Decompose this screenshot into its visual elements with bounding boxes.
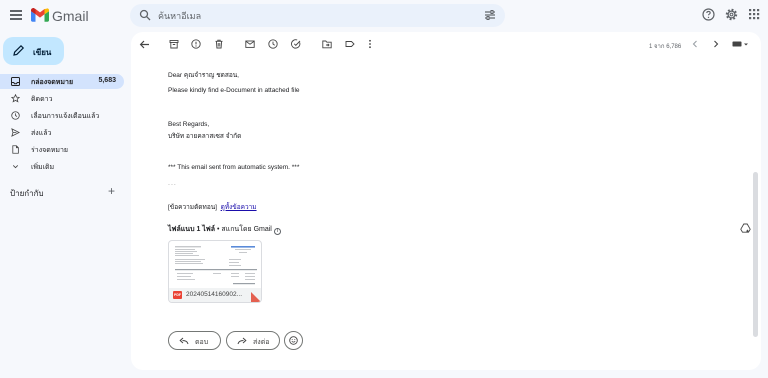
- sidebar-item-snoozed[interactable]: เลื่อนการแจ้งเตือนแล้ว: [0, 108, 124, 123]
- attachments-count: ไฟล์แนบ 1 ไฟล์: [168, 226, 216, 233]
- reply-label: ตอบ: [195, 339, 209, 346]
- page-fold-corner: [251, 292, 261, 302]
- archive-icon[interactable]: [169, 39, 179, 49]
- inbox-icon: [11, 77, 20, 86]
- email-line-1: Please kindly find e-Document in attache…: [168, 87, 300, 94]
- snooze-clock-icon[interactable]: [268, 39, 278, 49]
- draft-icon: [12, 145, 19, 154]
- sidebar-item-label: ส่งแล้ว: [31, 130, 52, 137]
- gmail-logo-icon[interactable]: [31, 8, 49, 22]
- view-entire-message-link[interactable]: ดูทั้งข้อความ: [221, 204, 257, 211]
- add-label-button[interactable]: +: [108, 184, 115, 198]
- forward-label: ส่งต่อ: [253, 339, 270, 346]
- email-greeting: Dear คุณจำราญ ชดสอน,: [168, 72, 239, 79]
- smiley-icon: [289, 336, 298, 345]
- scan-note: • สแกนโดย Gmail: [217, 226, 272, 233]
- send-icon: [11, 128, 20, 137]
- labels-heading: ป้ายกำกับ: [10, 189, 44, 198]
- sidebar-item-inbox[interactable]: กล่องจดหมาย 5,683: [0, 74, 124, 89]
- sidebar-item-label: เลื่อนการแจ้งเตือนแล้ว: [31, 113, 100, 120]
- sidebar-item-label: ติดดาว: [31, 96, 53, 103]
- app-name: Gmail: [52, 8, 89, 24]
- add-task-icon[interactable]: [291, 39, 301, 49]
- email-notice: *** This email sent from automatic syste…: [168, 164, 300, 171]
- move-to-folder-icon[interactable]: [322, 39, 332, 49]
- sidebar-item-label: เพิ่มเติม: [31, 164, 55, 171]
- attachment-card[interactable]: PDF 20240514160902...: [168, 240, 262, 303]
- star-icon: [11, 94, 20, 103]
- search-bar[interactable]: [130, 4, 505, 27]
- attachment-filename: 20240514160902...: [186, 291, 243, 298]
- sidebar-item-sent[interactable]: ส่งแล้ว: [0, 125, 124, 140]
- clock-icon: [11, 111, 20, 120]
- attachment-thumbnail: [173, 244, 259, 288]
- reply-arrow-icon: [179, 337, 189, 345]
- compose-label: เขียน: [33, 48, 52, 57]
- sidebar-item-drafts[interactable]: ร่างจดหมาย: [0, 142, 124, 157]
- settings-icon[interactable]: [725, 8, 738, 21]
- delete-icon[interactable]: [214, 39, 224, 49]
- emoji-reaction-button[interactable]: [284, 331, 303, 350]
- input-tools-icon[interactable]: [732, 39, 749, 49]
- main-menu-icon[interactable]: [10, 10, 22, 20]
- attachments-heading: ไฟล์แนบ 1 ไฟล์ • สแกนโดย Gmail i: [168, 224, 281, 235]
- forward-arrow-icon: [237, 337, 247, 345]
- compose-button[interactable]: เขียน: [3, 37, 64, 65]
- info-icon[interactable]: i: [273, 228, 281, 235]
- label-tag-icon[interactable]: [345, 39, 355, 49]
- pagination-text: 1 จาก 6,786: [649, 44, 682, 50]
- pdf-file-icon: PDF: [173, 291, 182, 299]
- message-toolbar: 1 จาก 6,786: [131, 32, 761, 58]
- email-regards: Best Regards,: [168, 121, 210, 128]
- email-company: บริษัท อายคลาสเซส จำกัด: [168, 133, 242, 140]
- clipped-message: [ข้อความตัดทอน] ดูทั้งข้อความ: [168, 202, 257, 212]
- scrollbar[interactable]: [753, 172, 758, 337]
- more-vert-icon[interactable]: [367, 39, 373, 49]
- sidebar-item-more[interactable]: เพิ่มเติม: [0, 159, 124, 174]
- sidebar-item-label: ร่างจดหมาย: [31, 147, 69, 154]
- help-icon[interactable]: [702, 8, 715, 21]
- show-trimmed-content[interactable]: ...: [168, 180, 177, 187]
- apps-grid-icon[interactable]: [748, 8, 760, 20]
- forward-button[interactable]: ส่งต่อ: [226, 331, 280, 350]
- attachment-footer: PDF 20240514160902...: [169, 288, 261, 302]
- top-bar: Gmail: [0, 0, 768, 32]
- search-icon[interactable]: [139, 9, 151, 21]
- chevron-down-icon: [12, 165, 19, 169]
- prev-chevron-icon[interactable]: [691, 39, 699, 49]
- search-input[interactable]: [158, 8, 458, 23]
- pencil-icon: [13, 44, 25, 56]
- mark-unread-icon[interactable]: [245, 39, 255, 49]
- search-options-icon[interactable]: [484, 9, 496, 21]
- unread-count: 5,683: [98, 77, 116, 84]
- sidebar-item-label: กล่องจดหมาย: [31, 79, 74, 86]
- sidebar-item-starred[interactable]: ติดดาว: [0, 91, 124, 106]
- next-chevron-icon[interactable]: [712, 39, 720, 49]
- reply-button[interactable]: ตอบ: [168, 331, 221, 350]
- message-panel: 1 จาก 6,786 Dear คุณจำราญ ชดสอน, Please …: [131, 32, 761, 370]
- report-spam-icon[interactable]: [191, 39, 201, 49]
- add-to-drive-icon[interactable]: [740, 223, 751, 234]
- back-arrow-icon[interactable]: [139, 39, 150, 50]
- clipped-prefix: [ข้อความตัดทอน]: [168, 204, 217, 211]
